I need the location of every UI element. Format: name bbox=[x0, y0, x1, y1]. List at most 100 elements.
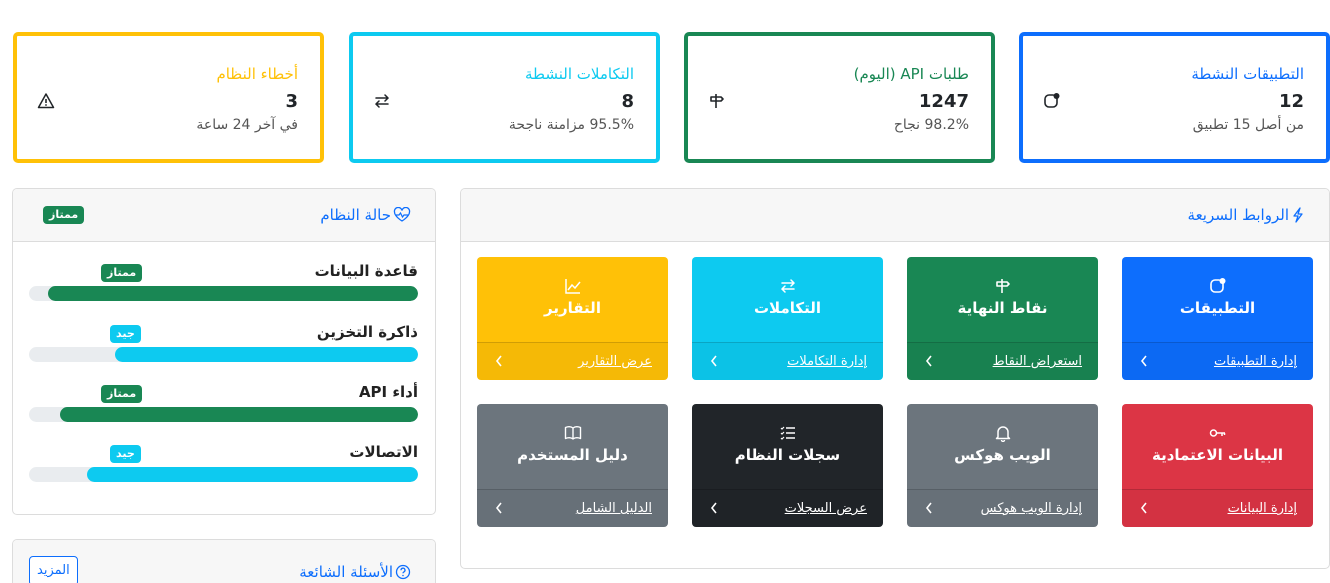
stat-card-active-apps: التطبيقات النشطة 12 من أصل 15 تطبيق bbox=[1019, 32, 1330, 163]
tile-title: نقاط النهاية bbox=[957, 299, 1048, 317]
status-label: الاتصالات bbox=[349, 443, 418, 461]
progress-track bbox=[29, 407, 418, 422]
status-badge: ممتاز bbox=[101, 264, 143, 282]
tile-top: الويب هوكس bbox=[907, 404, 1098, 489]
tile-top: التكاملات bbox=[692, 257, 883, 342]
stat-value: 3 bbox=[285, 91, 298, 112]
tile-top: نقاط النهاية bbox=[907, 257, 1098, 342]
system-status-title: حالة النظام bbox=[320, 206, 411, 224]
overall-status-badge: ممتاز bbox=[43, 206, 85, 224]
status-row-connections: الاتصالات جيد bbox=[29, 442, 418, 482]
stat-title: طلبات API (اليوم) bbox=[853, 65, 969, 83]
tile-title: التطبيقات bbox=[1179, 299, 1256, 317]
list-icon bbox=[780, 426, 795, 440]
tile-link[interactable]: الدليل الشامل bbox=[576, 501, 652, 516]
status-row-cache: ذاكرة التخزين جيد bbox=[29, 322, 418, 362]
status-badge: جيد bbox=[110, 445, 141, 463]
tile-top: البيانات الاعتمادية bbox=[1122, 404, 1313, 489]
stat-title: التطبيقات النشطة bbox=[1191, 65, 1304, 83]
faq-title: الأسئلة الشائعة bbox=[299, 563, 411, 581]
tile-title: سجلات النظام bbox=[734, 446, 841, 464]
stat-title: التكاملات النشطة bbox=[525, 65, 634, 83]
tile-link[interactable]: عرض السجلات bbox=[785, 501, 867, 516]
stat-card-api-requests: طلبات API (اليوم) 1247 98.2% نجاح bbox=[684, 32, 995, 163]
tile-top: التطبيقات bbox=[1122, 257, 1313, 342]
stat-card-active-integrations: التكاملات النشطة 8 95.5% مزامنة ناجحة bbox=[349, 32, 660, 163]
tile-reports[interactable]: التقارير عرض التقارير bbox=[477, 257, 668, 380]
app-icon bbox=[1044, 93, 1060, 108]
progress-fill bbox=[60, 407, 418, 422]
question-circle-icon bbox=[395, 564, 411, 580]
chevron-left-icon bbox=[710, 355, 717, 367]
tile-top: التقارير bbox=[477, 257, 668, 342]
tile-footer: عرض التقارير bbox=[477, 342, 668, 380]
tile-title: البيانات الاعتمادية bbox=[1151, 446, 1283, 464]
tile-title: التكاملات bbox=[753, 299, 821, 317]
quick-links-title-text: الروابط السريعة bbox=[1187, 206, 1289, 224]
progress-fill bbox=[48, 286, 418, 301]
tile-title: الويب هوكس bbox=[954, 446, 1051, 464]
status-row-api-performance: أداء API ممتاز bbox=[29, 382, 418, 422]
status-badge: جيد bbox=[110, 325, 141, 343]
tile-footer: استعراض النقاط bbox=[907, 342, 1098, 380]
tile-link[interactable]: إدارة التكاملات bbox=[787, 354, 867, 369]
tile-title: دليل المستخدم bbox=[517, 446, 628, 464]
lightning-icon bbox=[1293, 207, 1303, 223]
chevron-left-icon bbox=[1140, 355, 1147, 367]
tile-credentials[interactable]: البيانات الاعتمادية إدارة البيانات bbox=[1122, 404, 1313, 527]
stat-card-system-errors: أخطاء النظام 3 في آخر 24 ساعة bbox=[13, 32, 324, 163]
tile-footer: إدارة التكاملات bbox=[692, 342, 883, 380]
tile-footer: عرض السجلات bbox=[692, 489, 883, 527]
stat-value: 8 bbox=[621, 91, 634, 112]
tile-user-guide[interactable]: دليل المستخدم الدليل الشامل bbox=[477, 404, 668, 527]
status-badge: ممتاز bbox=[101, 385, 143, 403]
progress-track bbox=[29, 347, 418, 362]
tile-link[interactable]: إدارة الويب هوكس bbox=[981, 501, 1082, 516]
chevron-left-icon bbox=[710, 502, 717, 514]
tile-endpoints[interactable]: نقاط النهاية استعراض النقاط bbox=[907, 257, 1098, 380]
signpost-icon bbox=[995, 279, 1010, 293]
stat-value: 12 bbox=[1278, 91, 1304, 112]
tile-footer: إدارة التطبيقات bbox=[1122, 342, 1313, 380]
status-label: ذاكرة التخزين bbox=[316, 323, 418, 341]
tile-applications[interactable]: التطبيقات إدارة التطبيقات bbox=[1122, 257, 1313, 380]
system-status-header: حالة النظام ممتاز bbox=[13, 189, 435, 242]
progress-track bbox=[29, 286, 418, 301]
tile-integrations[interactable]: التكاملات إدارة التكاملات bbox=[692, 257, 883, 380]
tile-title: التقارير bbox=[544, 299, 601, 317]
arrows-exchange-icon bbox=[374, 94, 390, 108]
tile-link[interactable]: إدارة التطبيقات bbox=[1214, 354, 1297, 369]
tile-system-logs[interactable]: سجلات النظام عرض السجلات bbox=[692, 404, 883, 527]
heart-pulse-icon bbox=[393, 207, 411, 222]
quick-links-header: الروابط السريعة bbox=[461, 189, 1329, 242]
tile-footer: إدارة البيانات bbox=[1122, 489, 1313, 527]
chevron-left-icon bbox=[925, 355, 932, 367]
faq-more-button[interactable]: المزيد bbox=[29, 556, 78, 583]
faq-header: الأسئلة الشائعة المزيد bbox=[13, 540, 435, 583]
faq-panel: الأسئلة الشائعة المزيد bbox=[12, 539, 436, 583]
stat-value: 1247 bbox=[918, 91, 969, 112]
tile-link[interactable]: إدارة البيانات bbox=[1228, 501, 1297, 516]
tile-top: دليل المستخدم bbox=[477, 404, 668, 489]
progress-fill bbox=[87, 467, 418, 482]
progress-fill bbox=[114, 347, 418, 362]
stat-title: أخطاء النظام bbox=[216, 65, 298, 83]
bell-icon bbox=[995, 426, 1010, 442]
status-label: أداء API bbox=[358, 383, 418, 401]
chevron-left-icon bbox=[1140, 502, 1147, 514]
tile-link[interactable]: استعراض النقاط bbox=[993, 354, 1082, 369]
system-status-title-text: حالة النظام bbox=[320, 206, 391, 224]
quick-links-panel: الروابط السريعة التطبيقات إدارة التطبيقا… bbox=[460, 188, 1330, 569]
tile-top: سجلات النظام bbox=[692, 404, 883, 489]
progress-track bbox=[29, 467, 418, 482]
tile-webhooks[interactable]: الويب هوكس إدارة الويب هوكس bbox=[907, 404, 1098, 527]
faq-title-text: الأسئلة الشائعة bbox=[299, 563, 393, 581]
tile-footer: الدليل الشامل bbox=[477, 489, 668, 527]
chart-line-icon bbox=[564, 279, 581, 294]
tile-link[interactable]: عرض التقارير bbox=[578, 354, 652, 369]
app-icon bbox=[1209, 278, 1225, 293]
book-icon bbox=[564, 426, 581, 440]
system-status-panel: حالة النظام ممتاز قاعدة البيانات ممتاز ذ… bbox=[12, 188, 436, 515]
arrows-exchange-icon bbox=[780, 279, 795, 293]
status-label: قاعدة البيانات bbox=[314, 262, 418, 280]
